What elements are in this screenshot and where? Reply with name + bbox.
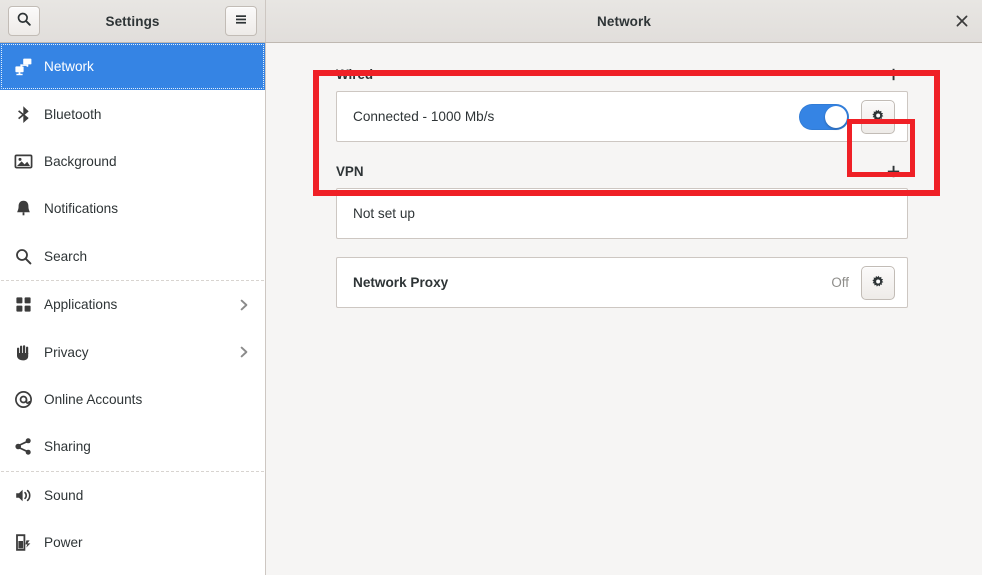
at-sign-icon (12, 388, 34, 410)
gear-icon (871, 275, 886, 290)
header-bar: Settings Network (0, 0, 982, 43)
wired-toggle-knob (825, 106, 847, 128)
vpn-group-title: VPN (336, 164, 364, 179)
add-vpn-button[interactable] (880, 158, 906, 184)
vpn-status-row: Not set up (337, 189, 907, 238)
sidebar-item-sharing[interactable]: Sharing (0, 423, 265, 470)
wired-group-header: Wired (336, 57, 908, 91)
network-proxy-value: Off (831, 275, 849, 290)
network-icon (12, 56, 34, 78)
settings-sidebar: Network Bluetooth Background Notifications S… (0, 43, 266, 575)
sidebar-item-label: Sound (44, 488, 251, 503)
privacy-hand-icon (12, 341, 34, 363)
network-panel: Wired Connected - 1000 (266, 43, 982, 575)
network-proxy-label: Network Proxy (353, 275, 831, 290)
window-body: Network Bluetooth Background Notifications S… (0, 43, 982, 575)
wired-toggle[interactable] (799, 104, 849, 130)
vpn-card: Not set up (336, 188, 908, 239)
menu-button[interactable] (225, 6, 257, 36)
sidebar-item-background[interactable]: Background (0, 138, 265, 185)
sidebar-item-label: Background (44, 154, 251, 169)
sidebar-item-power[interactable]: Power (0, 519, 265, 566)
settings-window: Settings Network (0, 0, 982, 575)
sidebar-item-privacy[interactable]: Privacy (0, 328, 265, 375)
wired-group-title: Wired (336, 67, 373, 82)
search-icon (16, 11, 32, 32)
sidebar-item-applications[interactable]: Applications (0, 281, 265, 328)
wired-status-label: Connected - 1000 Mb/s (353, 109, 799, 124)
applications-icon (12, 294, 34, 316)
vpn-status-label: Not set up (353, 206, 895, 221)
sidebar-item-sound[interactable]: Sound (0, 472, 265, 519)
hamburger-menu-icon (233, 11, 249, 32)
sidebar-item-label: Sharing (44, 439, 251, 454)
wired-group: Wired Connected - 1000 (336, 57, 908, 142)
page-title: Network (597, 14, 651, 29)
sidebar-item-online-accounts[interactable]: Online Accounts (0, 376, 265, 423)
wired-connection-card: Connected - 1000 Mb/s (336, 91, 908, 142)
sidebar-item-label: Network (44, 59, 251, 74)
plus-icon (886, 164, 901, 179)
sidebar-item-label: Online Accounts (44, 392, 251, 407)
wired-connection-row: Connected - 1000 Mb/s (337, 92, 907, 141)
sidebar-header: Settings (0, 0, 266, 42)
search-icon (12, 245, 34, 267)
sidebar-item-label: Notifications (44, 201, 251, 216)
plus-icon (886, 67, 901, 82)
vpn-proxy-spacer (336, 239, 908, 257)
speaker-icon (12, 484, 34, 506)
bluetooth-icon (12, 103, 34, 125)
network-proxy-row: Network Proxy Off (337, 258, 907, 307)
add-wired-button[interactable] (880, 61, 906, 87)
close-button[interactable] (950, 9, 974, 33)
sidebar-item-label: Power (44, 535, 251, 550)
search-button[interactable] (8, 6, 40, 36)
sidebar-item-search[interactable]: Search (0, 233, 265, 280)
sidebar-item-label: Search (44, 249, 251, 264)
network-panel-inner: Wired Connected - 1000 (336, 57, 908, 308)
gear-icon (871, 109, 886, 124)
sidebar-item-label: Privacy (44, 345, 237, 360)
vpn-group-header: VPN (336, 154, 908, 188)
chevron-right-icon (237, 345, 251, 359)
background-icon (12, 150, 34, 172)
sidebar-item-label: Applications (44, 297, 237, 312)
sidebar-item-network[interactable]: Network (0, 43, 265, 90)
power-battery-icon (12, 532, 34, 554)
wired-vpn-spacer (336, 142, 908, 154)
bell-icon (12, 198, 34, 220)
content-header: Network (266, 0, 982, 42)
chevron-right-icon (237, 298, 251, 312)
sidebar-item-bluetooth[interactable]: Bluetooth (0, 90, 265, 137)
share-icon (12, 436, 34, 458)
sidebar-item-label: Bluetooth (44, 107, 251, 122)
vpn-group: VPN Not set up (336, 154, 908, 239)
wired-settings-button[interactable] (861, 100, 895, 134)
close-icon (955, 14, 969, 28)
network-proxy-card: Network Proxy Off (336, 257, 908, 308)
sidebar-item-notifications[interactable]: Notifications (0, 185, 265, 232)
network-proxy-settings-button[interactable] (861, 266, 895, 300)
